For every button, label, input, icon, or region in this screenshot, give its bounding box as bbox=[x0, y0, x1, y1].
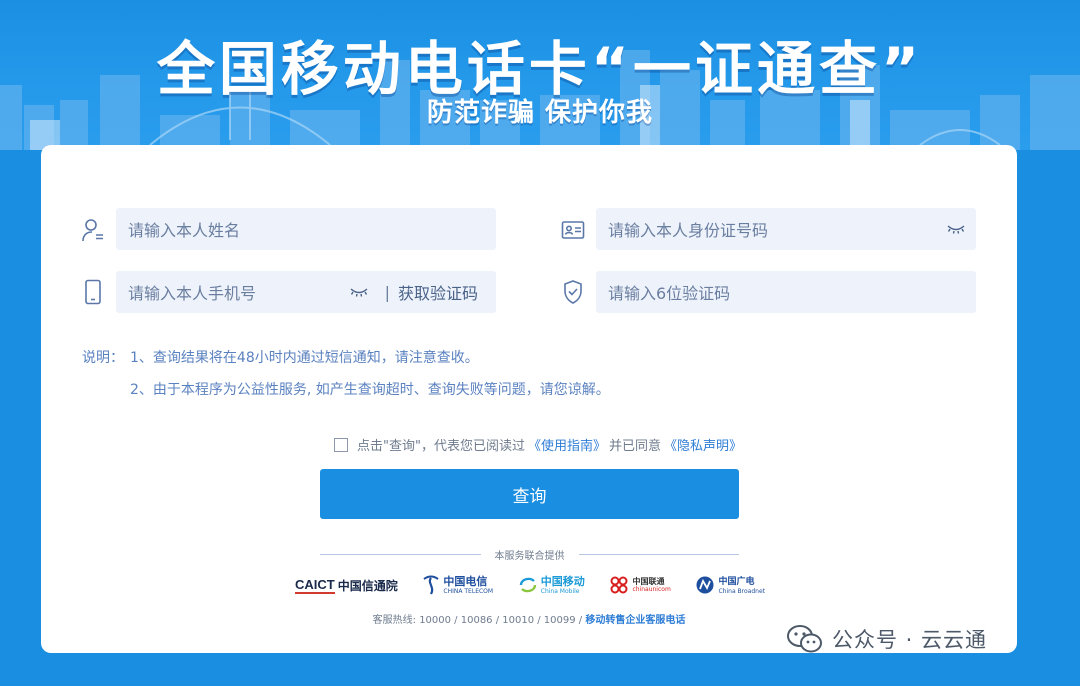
query-button[interactable]: 查询 bbox=[320, 469, 739, 519]
phone-input[interactable]: 请输入本人手机号 | 获取验证码 bbox=[116, 271, 496, 313]
china-unicom-icon bbox=[610, 576, 628, 594]
provided-by-divider: 本服务联合提供 bbox=[320, 545, 739, 563]
china-mobile-logo: 中国移动 China Mobile bbox=[518, 572, 585, 598]
note-item-1: 1、查询结果将在48小时内通过短信通知，请注意查收。 bbox=[130, 350, 479, 366]
divider: | bbox=[384, 282, 390, 302]
get-code-button[interactable]: 获取验证码 bbox=[398, 280, 478, 304]
id-number-input[interactable]: 请输入本人身份证号码 bbox=[596, 208, 976, 250]
notes: 说明： 1、查询结果将在48小时内通过短信通知，请注意查收。 2、由于本程序为公… bbox=[82, 342, 610, 406]
wechat-icon bbox=[787, 625, 822, 653]
eye-closed-icon[interactable] bbox=[946, 223, 966, 235]
mvno-hotline-link[interactable]: 移动转售企业客服电话 bbox=[585, 615, 685, 626]
id-card-icon bbox=[561, 217, 585, 243]
china-unicom-logo: 中国联通 chinaunicom bbox=[609, 572, 671, 598]
name-input-placeholder: 请输入本人姓名 bbox=[128, 221, 241, 240]
notes-label: 说明： bbox=[82, 350, 124, 366]
agreement-row: 点击"查询"，代表您已阅读过 《使用指南》 并已同意 《隐私声明》 bbox=[334, 435, 745, 454]
china-broadnet-logo: 中国广电 China Broadnet bbox=[695, 572, 765, 598]
china-telecom-icon bbox=[423, 575, 440, 595]
user-icon bbox=[81, 217, 105, 243]
caict-logo: CAICT 中国信通院 bbox=[295, 576, 398, 594]
hotline-text: 客服热线: 10000 / 10086 / 10010 / 10099 / bbox=[372, 615, 583, 626]
banner-subtitle: 防范诈骗 保护你我 bbox=[426, 98, 654, 128]
wechat-watermark: 公众号 · 云云通 bbox=[786, 624, 987, 654]
user-guide-link[interactable]: 《使用指南》 bbox=[528, 435, 606, 454]
id-number-input-placeholder: 请输入本人身份证号码 bbox=[608, 221, 769, 240]
query-form-card: 请输入本人姓名 请输入本人身份证号码 请输入本人手机号 | 获取验证码 请输入6… bbox=[41, 145, 1017, 653]
agreement-text-before: 点击"查询"，代表您已阅读过 bbox=[357, 439, 525, 454]
name-input[interactable]: 请输入本人姓名 bbox=[116, 208, 496, 250]
verification-code-placeholder: 请输入6位验证码 bbox=[608, 284, 731, 303]
china-mobile-icon bbox=[519, 577, 536, 593]
shield-check-icon bbox=[561, 279, 585, 305]
privacy-statement-link[interactable]: 《隐私声明》 bbox=[664, 435, 742, 454]
banner: 全国移动电话卡“一证通查” 防范诈骗 保护你我 bbox=[0, 0, 1080, 150]
china-telecom-logo: 中国电信 CHINA TELECOM bbox=[422, 572, 493, 598]
provided-by-label: 本服务联合提供 bbox=[494, 550, 565, 562]
note-item-2: 2、由于本程序为公益性服务, 如产生查询超时、查询失败等问题，请您谅解。 bbox=[130, 382, 610, 398]
agreement-checkbox[interactable] bbox=[334, 437, 348, 452]
eye-closed-icon[interactable] bbox=[349, 286, 369, 298]
phone-input-placeholder: 请输入本人手机号 bbox=[128, 284, 257, 303]
china-broadnet-icon bbox=[696, 576, 714, 594]
partner-logos: CAICT 中国信通院 中国电信 CHINA TELECOM 中国移动 Chin… bbox=[295, 572, 765, 598]
agreement-text-middle: 并已同意 bbox=[608, 439, 661, 454]
watermark-text: 公众号 · 云云通 bbox=[832, 628, 988, 652]
verification-code-input[interactable]: 请输入6位验证码 bbox=[596, 271, 976, 313]
mobile-phone-icon bbox=[81, 279, 105, 305]
